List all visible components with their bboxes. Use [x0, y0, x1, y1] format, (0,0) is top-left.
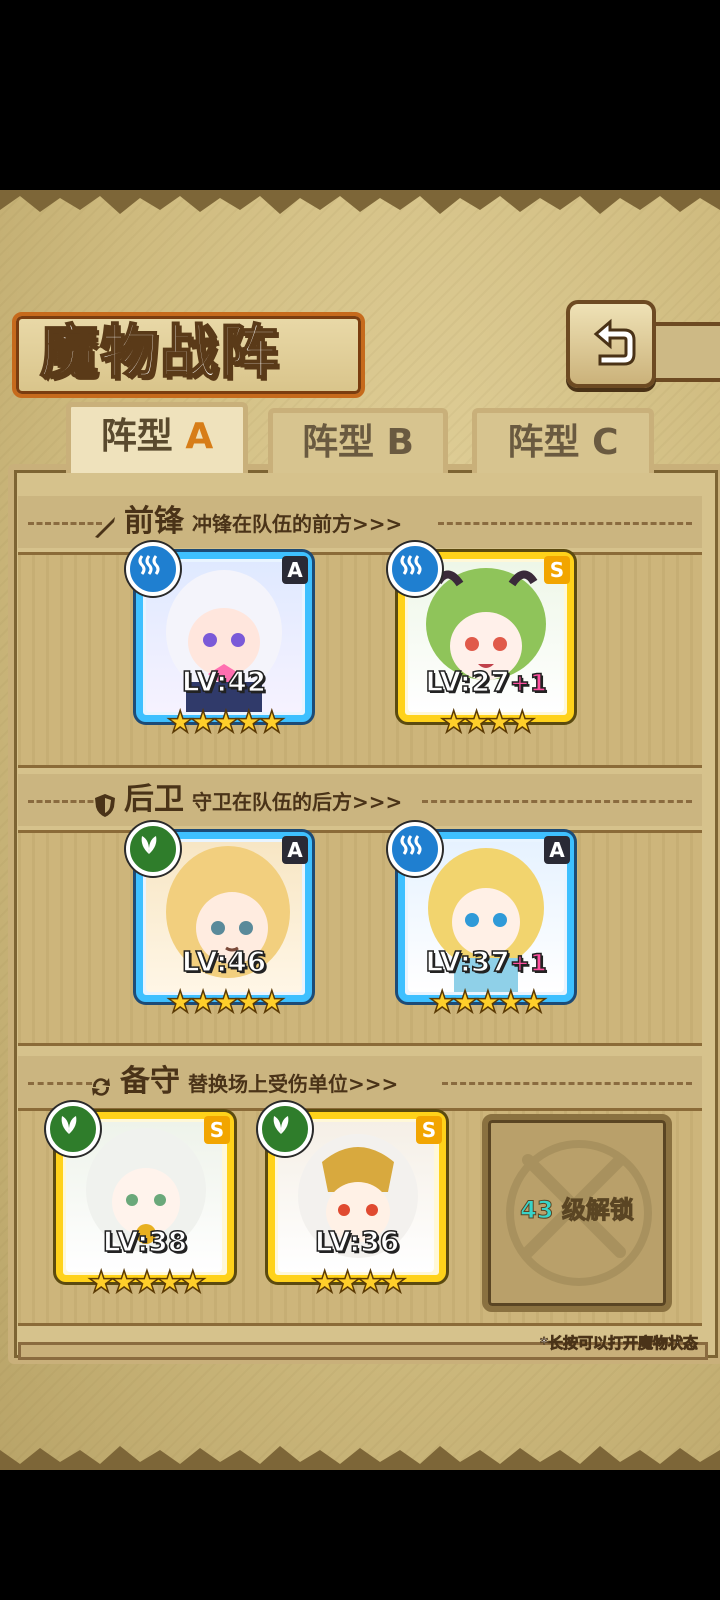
monster-card-back-1[interactable]: A LV:46 ★★★★★ [126, 822, 312, 1021]
section-desc: 冲锋在队伍的前方>>> [192, 512, 403, 536]
level-bonus: +1 [509, 948, 547, 978]
section-heading: 备守 [120, 1064, 180, 1099]
level-label: LV:38 [56, 1224, 234, 1259]
level-text: LV:27 [425, 664, 511, 699]
level-label: LV:37+1 [398, 944, 574, 979]
front-section-title: 前锋 冲锋在队伍的前方>>> [92, 496, 402, 548]
level-label: LV:42 [136, 664, 312, 699]
sword-icon [95, 516, 115, 538]
unlock-level: 43 [520, 1196, 554, 1225]
stars-text: ★★★★★ [166, 984, 286, 1021]
monster-card-front-2[interactable]: S LV:27+1 ★★★★ [388, 542, 574, 741]
level-text: LV:42 [181, 664, 267, 699]
star-rating: ★★★★★ [56, 1264, 234, 1301]
monster-card-front-1[interactable]: A LV:42 ★★★★★ [126, 542, 312, 741]
monster-card-reserve-1[interactable]: S LV:38 ★★★★★ [46, 1102, 234, 1301]
reserve-section-title: 备守 替换场上受伤单位>>> [88, 1056, 398, 1108]
level-text: LV:36 [314, 1224, 400, 1259]
divider [422, 800, 692, 803]
monster-card-back-2[interactable]: A LV:37+1 ★★★★★ [388, 822, 574, 1021]
locked-reserve-slot[interactable]: 43 级解锁 [482, 1114, 672, 1312]
tab-label: 阵型 [301, 422, 374, 463]
level-text: LV:46 [181, 944, 267, 979]
level-bonus: +1 [509, 668, 547, 698]
star-rating: ★★★★★ [136, 704, 312, 741]
rank-badge: S [204, 1116, 230, 1144]
section-heading: 前锋 [124, 504, 184, 539]
level-text: LV:38 [102, 1224, 188, 1259]
level-label: LV:36 [268, 1224, 446, 1259]
star-rating: ★★★★★ [136, 984, 312, 1021]
section-desc: 守卫在队伍的后方>>> [192, 790, 403, 814]
unlock-requirement: 43 级解锁 [488, 1190, 666, 1225]
tab-label: 阵型 [100, 416, 173, 457]
rank-badge: A [282, 556, 308, 584]
back-button[interactable] [566, 300, 656, 388]
back-row [18, 830, 702, 1046]
long-press-hint: *长按可以打开魔物状态 [540, 1334, 699, 1353]
tab-letter: C [592, 422, 619, 463]
wind-icon [126, 822, 180, 876]
monster-card-reserve-2[interactable]: S LV:36 ★★★★ [258, 1102, 446, 1301]
torn-edge-bottom [0, 1446, 720, 1470]
tab-formation-b[interactable]: 阵型 B [268, 408, 448, 473]
section-heading: 后卫 [124, 782, 184, 817]
divider [28, 800, 102, 803]
stars-text: ★★★★★ [166, 704, 286, 741]
level-text: LV:37 [425, 944, 511, 979]
divider [28, 1082, 92, 1085]
stars-text: ★★★★ [439, 704, 536, 741]
unlock-text: 级解锁 [561, 1196, 634, 1225]
level-label: LV:27+1 [398, 664, 574, 699]
return-arrow-icon [593, 318, 636, 366]
tab-formation-a[interactable]: 阵型 A [66, 402, 248, 473]
star-rating: ★★★★ [398, 704, 574, 741]
star-rating: ★★★★ [268, 1264, 446, 1301]
tab-formation-c[interactable]: 阵型 C [472, 408, 654, 473]
torn-edge-top [0, 190, 720, 214]
tab-letter: A [185, 416, 214, 457]
rank-badge: A [544, 836, 570, 864]
section-desc: 替换场上受伤单位>>> [188, 1072, 399, 1096]
rank-badge: S [416, 1116, 442, 1144]
shield-icon [95, 793, 115, 817]
back-section-title: 后卫 守卫在队伍的后方>>> [92, 774, 402, 826]
page-title: 魔物战阵 [39, 317, 281, 387]
stars-text: ★★★★ [310, 1264, 407, 1301]
front-row [18, 552, 702, 768]
divider [28, 522, 102, 525]
water-icon [126, 542, 180, 596]
star-rating: ★★★★★ [398, 984, 574, 1021]
stars-text: ★★★★★ [87, 1264, 207, 1301]
rank-badge: A [282, 836, 308, 864]
water-icon [388, 542, 442, 596]
water-icon [388, 822, 442, 876]
divider [438, 522, 692, 525]
tab-label: 阵型 [507, 422, 580, 463]
tab-letter: B [386, 422, 414, 463]
divider [442, 1082, 692, 1085]
swap-icon [92, 1077, 110, 1096]
stars-text: ★★★★★ [428, 984, 548, 1021]
level-label: LV:46 [136, 944, 312, 979]
wind-icon [258, 1102, 312, 1156]
wind-icon [46, 1102, 100, 1156]
rank-badge: S [544, 556, 570, 584]
